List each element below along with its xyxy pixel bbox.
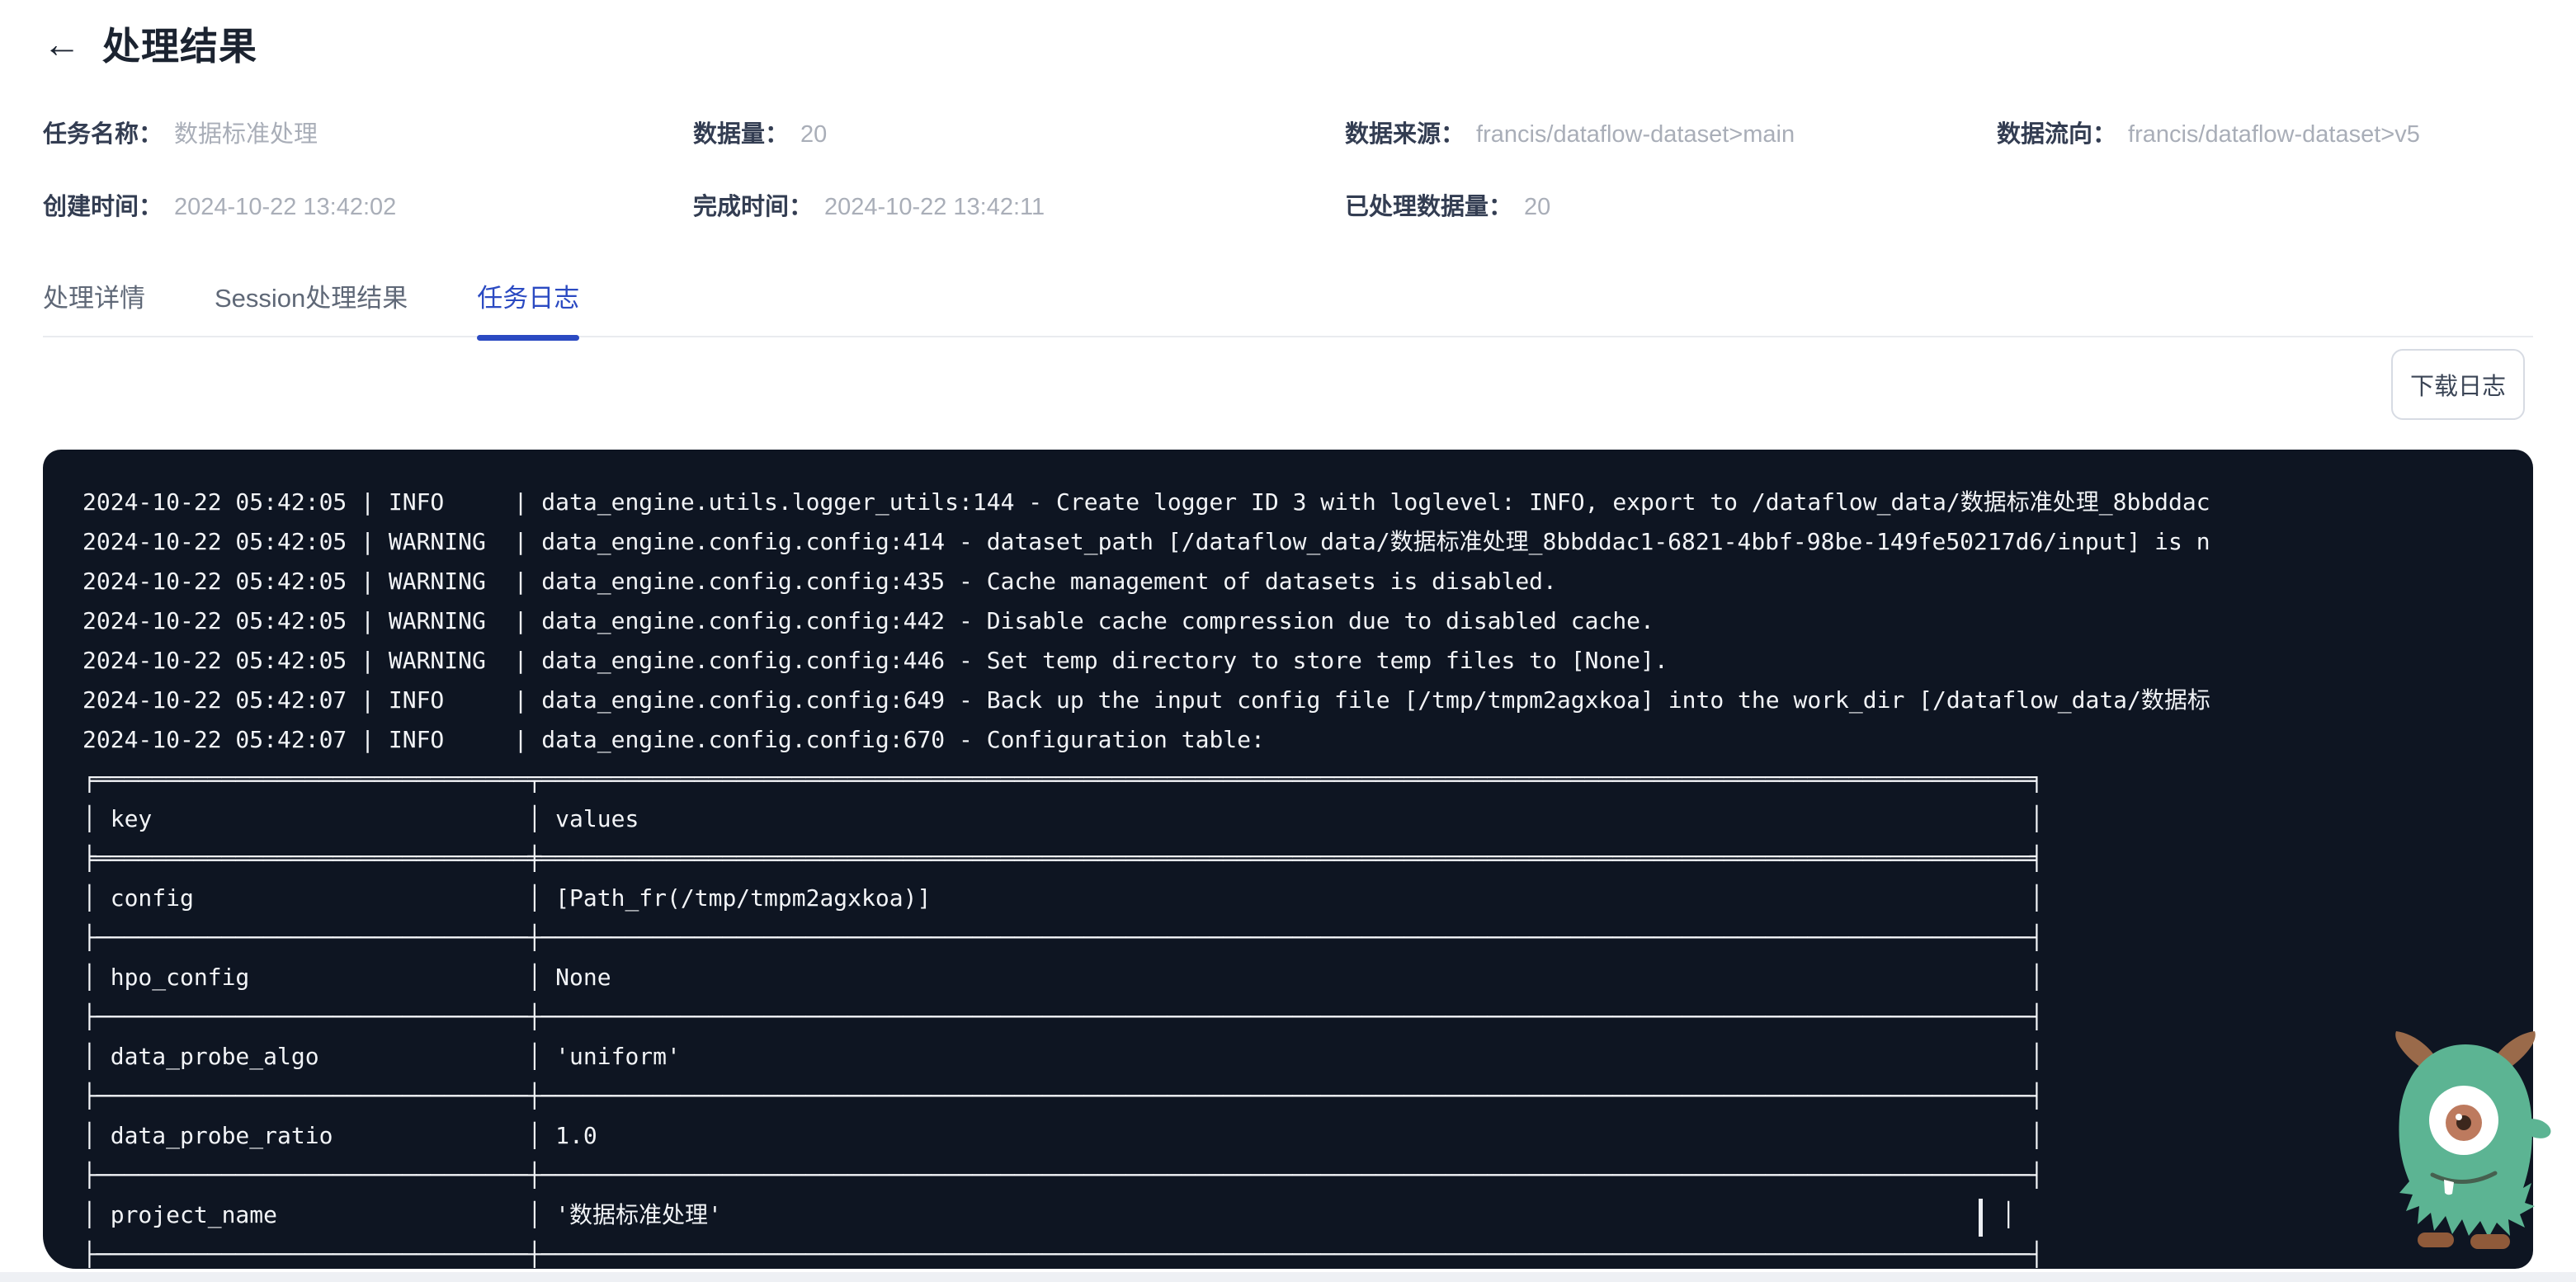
field-task-name: 任务名称： 数据标准处理 xyxy=(43,120,693,193)
mascot-tooth xyxy=(2444,1180,2454,1195)
page-title: 处理结果 xyxy=(102,16,257,71)
processing-result-page: ← 处理结果 任务名称： 数据标准处理 数据量： 20 数据来源： franci… xyxy=(0,0,2576,1282)
mascot-foot-left xyxy=(2418,1233,2454,1247)
tab-bar: 处理详情 Session处理结果 任务日志 xyxy=(43,277,2533,337)
field-create-time: 创建时间： 2024-10-22 13:42:02 xyxy=(43,193,693,266)
field-label: 完成时间： xyxy=(693,193,813,221)
mascot-eye-highlight xyxy=(2456,1114,2462,1120)
field-processed-count: 已处理数据量： 20 xyxy=(1345,193,1997,266)
field-value: 2024-10-22 13:42:11 xyxy=(824,193,1045,221)
field-data-count: 数据量： 20 xyxy=(693,120,1345,193)
download-log-button[interactable]: 下载日志 xyxy=(2391,349,2525,420)
task-info-grid: 任务名称： 数据标准处理 数据量： 20 数据来源： francis/dataf… xyxy=(43,120,2543,266)
field-value: francis/dataflow-dataset>main xyxy=(1476,120,1795,148)
mascot-foot-right xyxy=(2470,1234,2510,1249)
field-label: 已处理数据量： xyxy=(1345,193,1512,221)
field-value: francis/dataflow-dataset>v5 xyxy=(2128,120,2420,148)
field-label: 任务名称： xyxy=(43,120,163,148)
field-finish-time: 完成时间： 2024-10-22 13:42:11 xyxy=(693,193,1345,266)
field-value: 20 xyxy=(800,120,827,148)
field-value: 数据标准处理 xyxy=(174,120,318,148)
tab-task-log[interactable]: 任务日志 xyxy=(477,277,579,314)
back-arrow-icon[interactable]: ← xyxy=(43,25,81,63)
field-data-source: 数据来源： francis/dataflow-dataset>main xyxy=(1345,120,1997,193)
field-label: 数据流向： xyxy=(1997,120,2116,148)
log-output: 2024-10-22 05:42:05 | INFO | data_engine… xyxy=(43,450,2533,1269)
tab-session-result[interactable]: Session处理结果 xyxy=(215,277,408,314)
field-label: 数据来源： xyxy=(1345,120,1465,148)
tab-processing-detail[interactable]: 处理详情 xyxy=(43,277,145,314)
bottom-strip xyxy=(0,1272,2576,1282)
field-label: 数据量： xyxy=(693,120,789,148)
field-value: 2024-10-22 13:42:02 xyxy=(174,193,396,221)
field-data-destination: 数据流向： francis/dataflow-dataset>v5 xyxy=(1997,120,2543,193)
field-label: 创建时间： xyxy=(43,193,163,221)
field-value: 20 xyxy=(1524,193,1550,221)
page-header: ← 处理结果 xyxy=(43,16,257,71)
log-panel[interactable]: 2024-10-22 05:42:05 | INFO | data_engine… xyxy=(43,450,2533,1269)
mascot-monster xyxy=(2378,1030,2553,1254)
text-cursor xyxy=(1979,1199,1983,1237)
